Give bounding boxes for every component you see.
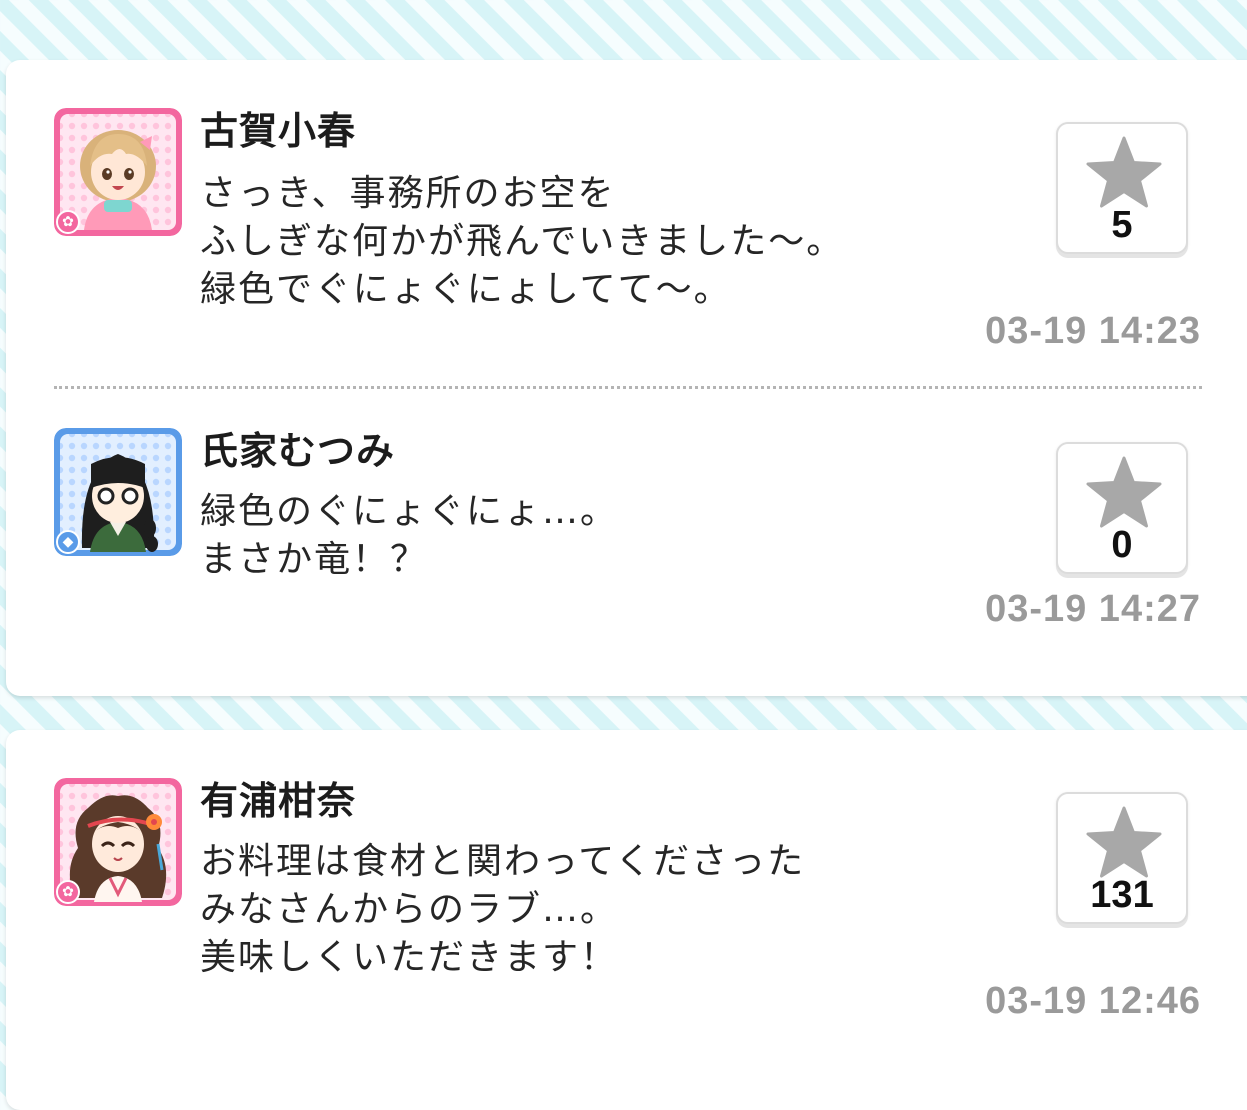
message-line: さっき、事務所のお空を (200, 173, 616, 214)
message-line: ふしぎな何かが飛んでいきました～。 (200, 221, 845, 262)
like-count: 0 (1111, 524, 1133, 566)
like-count: 5 (1111, 204, 1133, 246)
timestamp: 03-19 14:27 (985, 588, 1201, 630)
flower-icon: ✿ (56, 880, 80, 904)
avatar[interactable]: ✿ (54, 108, 182, 236)
message-line: まさか竜！？ (200, 539, 429, 580)
message-line: みなさんからのラブ…。 (200, 889, 619, 930)
like-button[interactable]: 0 (1056, 442, 1188, 574)
star-icon (1086, 456, 1162, 528)
divider (54, 386, 1202, 389)
like-button[interactable]: 131 (1056, 792, 1188, 924)
flower-icon: ✿ (56, 210, 80, 234)
avatar[interactable]: ✿ (54, 778, 182, 906)
poster-name: 有浦柑奈 (200, 779, 357, 823)
message-line: 緑色のぐにょぐにょ…。 (200, 491, 619, 532)
poster-name: 氏家むつみ (200, 429, 396, 473)
timestamp: 03-19 12:46 (985, 980, 1201, 1022)
message-line: お料理は食材と関わってくださった (200, 841, 806, 882)
timestamp: 03-19 14:23 (985, 310, 1201, 352)
post-card: ✿ 有浦柑奈 お料理は食材と関わってくださった みなさんからのラブ…。 美味しく… (6, 730, 1247, 1110)
diamond-icon: ◆ (56, 530, 80, 554)
avatar[interactable]: ◆ (54, 428, 182, 556)
poster-name: 古賀小春 (200, 109, 357, 153)
like-button[interactable]: 5 (1056, 122, 1188, 254)
like-count: 131 (1090, 874, 1154, 916)
star-icon (1086, 806, 1162, 878)
message-line: 美味しくいただきます！ (200, 937, 619, 978)
message-line: 緑色でぐにょぐにょしてて～。 (200, 269, 732, 310)
star-icon (1086, 136, 1162, 208)
post-card: ✿ 古賀小春 さっき、事務所のお空を ふしぎな何かが飛んでいきました～。 緑色で… (6, 60, 1247, 696)
